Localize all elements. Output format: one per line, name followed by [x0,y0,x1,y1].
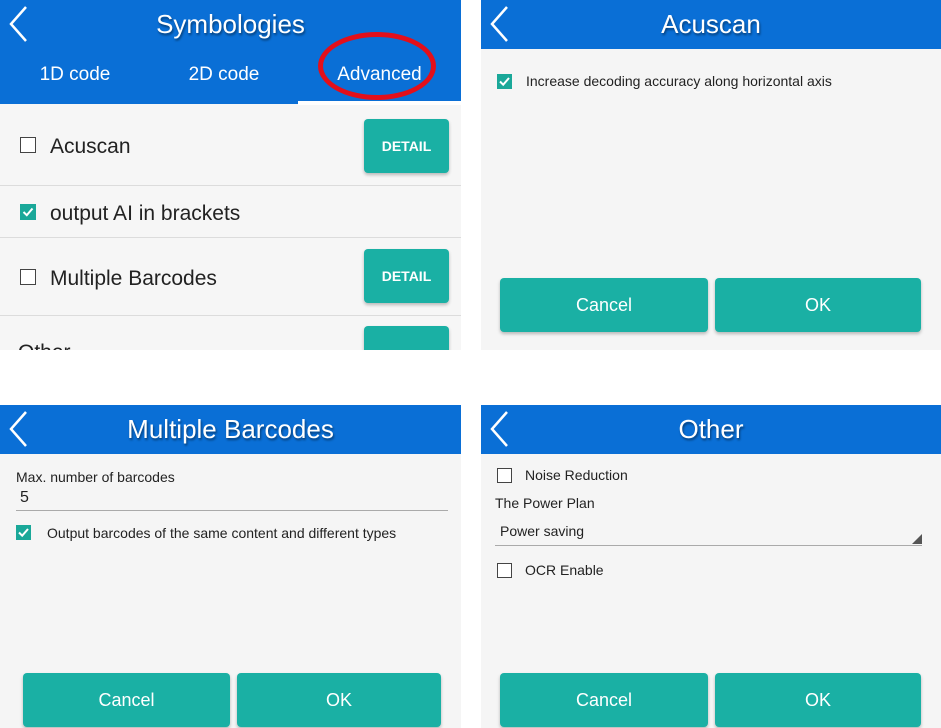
output-ai-label: output AI in brackets [50,202,241,225]
multiple-barcodes-label: Multiple Barcodes [50,267,217,290]
dialog-body: Noise Reduction The Power Plan Power sav… [481,454,941,728]
power-plan-label: The Power Plan [495,495,595,511]
ocr-enable-checkbox[interactable] [497,563,512,578]
cancel-button[interactable]: Cancel [500,673,708,727]
acuscan-checkbox[interactable] [20,137,36,153]
noise-reduction-checkbox[interactable] [497,468,512,483]
page-title: Multiple Barcodes [127,414,334,444]
check-icon [22,207,34,217]
other-detail-button[interactable] [364,326,449,350]
power-plan-underline [495,545,922,546]
acuscan-label: Acuscan [50,135,131,158]
horizontal-accuracy-label: Increase decoding accuracy along horizon… [526,73,832,89]
dropdown-triangle-icon[interactable] [912,534,922,544]
ok-button[interactable]: OK [715,673,921,727]
list-item-multiple-barcodes: Multiple Barcodes DETAIL [0,238,461,316]
max-barcodes-underline [16,510,448,511]
ok-button[interactable]: OK [715,278,921,332]
highlight-circle [318,32,436,100]
other-dialog: Other Noise Reduction The Power Plan Pow… [481,405,941,728]
acuscan-dialog: Acuscan Increase decoding accuracy along… [481,0,941,350]
ocr-enable-label: OCR Enable [525,562,604,578]
power-plan-select[interactable]: Power saving [500,523,584,539]
cancel-button[interactable]: Cancel [23,673,230,727]
max-barcodes-label: Max. number of barcodes [16,469,175,485]
dialog-body: Increase decoding accuracy along horizon… [481,49,941,350]
cancel-button[interactable]: Cancel [500,278,708,332]
page-title: Other [678,414,744,444]
max-barcodes-input[interactable]: 5 [20,489,29,507]
other-label: Other [18,341,71,350]
same-content-label: Output barcodes of the same content and … [47,525,397,541]
dialog-body: Max. number of barcodes 5 Output barcode… [0,454,461,728]
list-item-acuscan: Acuscan DETAIL [0,105,461,186]
symbologies-screen: Symbologies 1D code 2D code Advanced Acu… [0,0,461,350]
multiple-barcodes-dialog: Multiple Barcodes Max. number of barcode… [0,405,461,728]
multiple-barcodes-header: Multiple Barcodes [0,405,461,454]
list-item-other: Other [0,316,461,350]
check-icon [499,77,510,87]
horizontal-accuracy-checkbox[interactable] [497,74,512,89]
other-header: Other [481,405,941,454]
same-content-checkbox[interactable] [16,525,31,540]
list-item-output-ai: output AI in brackets [0,186,461,238]
multiple-barcodes-detail-button[interactable]: DETAIL [364,249,449,303]
noise-reduction-label: Noise Reduction [525,467,628,483]
page-title: Acuscan [661,9,761,39]
acuscan-detail-button[interactable]: DETAIL [364,119,449,173]
tab-2d-code[interactable]: 2D code [150,49,298,104]
tab-1d-code[interactable]: 1D code [0,49,150,104]
ok-button[interactable]: OK [237,673,441,727]
multiple-barcodes-checkbox[interactable] [20,269,36,285]
acuscan-header: Acuscan [481,0,941,49]
output-ai-checkbox[interactable] [20,204,36,220]
check-icon [18,528,29,538]
